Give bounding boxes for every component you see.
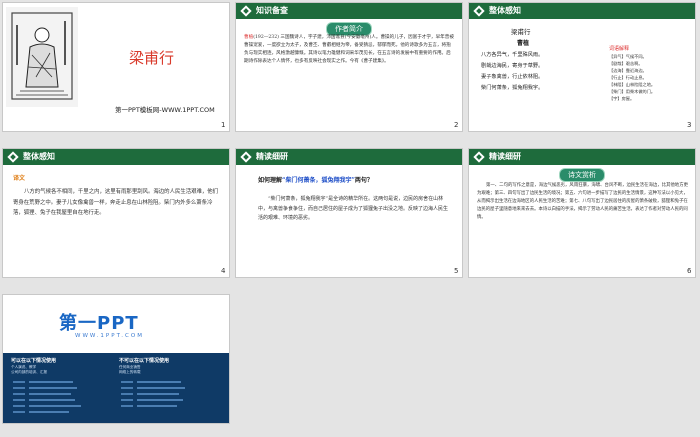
author-name: 曹植 — [244, 35, 254, 40]
header-title: 知识备查 — [256, 6, 288, 15]
header-title: 整体感知 — [489, 6, 521, 15]
diamond-icon — [240, 151, 252, 163]
note-item: 【剧哉】艰苦啊。 — [609, 61, 643, 66]
cannot-use-title: 不可以在以下情况使用 — [119, 358, 170, 364]
slide-number: 6 — [687, 267, 692, 275]
header-title: 精读细研 — [489, 152, 521, 161]
slide-number: 4 — [221, 267, 226, 275]
can-use-item: 公司内部的培训、汇报 — [11, 370, 47, 374]
poem-line: 八方各异气，千里殊风雨。 — [481, 52, 544, 58]
slide-caption: 第一PPT模板网-WWW.1PPT.COM — [115, 106, 215, 114]
logo-area: 第一PPT WWW.1PPT.COM — [3, 295, 229, 353]
poem-author: 曹植 — [517, 40, 530, 47]
slide-number: 5 — [454, 267, 459, 275]
slide-number: 1 — [221, 121, 226, 129]
brand-logo: 第一PPT — [59, 313, 139, 334]
slide-thumbnail-6[interactable]: 精读细研 诗文赏析 第一、二句的写作之意是，海边气候恶劣，风雨狂暴，海啸、台风不… — [469, 149, 695, 277]
slide-thumbnail-5[interactable]: 精读细研 如何理解“柴门何萧条，狐兔翔我宇”两句？ “柴门何萧条，狐兔翔我宇”是… — [236, 149, 462, 277]
diamond-icon — [240, 5, 252, 17]
header-title: 精读细研 — [256, 152, 288, 161]
cannot-use-list: 任何商业销售 网络上的转载 — [119, 365, 141, 375]
cannot-use-item: 网络上的转载 — [119, 370, 141, 374]
answer-text: “柴门何萧条，狐兔翔我宇”是全诗的精华所在。这两句是说，边民的房舍在山林中，与禽… — [258, 196, 449, 221]
note-item: 【边海】靠近海边。 — [609, 68, 647, 73]
note-item: 【行止】行动止息。 — [609, 75, 647, 80]
note-item: 【异气】气候不同。 — [609, 54, 647, 59]
section-header: 整体感知 — [469, 3, 695, 19]
can-use-list: 个人演说、教学 公司内部的培训、汇报 — [11, 365, 47, 375]
note-item: 【柴门】用柴木做的门。 — [609, 89, 656, 94]
translation-text: 八方的气候各不相同，千里之内，这里有雨那里刮风。海边的人民生活艰难，他们寄身在荒… — [13, 189, 219, 216]
slide-title: 梁甫行 — [129, 49, 175, 67]
author-years: (192—232) — [253, 35, 279, 40]
slide-thumbnail-4[interactable]: 整体感知 译文 八方的气候各不相同，千里之内，这里有雨那里刮风。海边的人民生活艰… — [3, 149, 229, 277]
link-list-graphic — [13, 381, 185, 413]
diamond-icon — [7, 151, 19, 163]
usage-panel: 可以在以下情况使用 不可以在以下情况使用 个人演说、教学 公司内部的培训、汇报 … — [3, 353, 229, 423]
slide-thumbnail-2[interactable]: 知识备查 作者简介 曹植(192—232) 三国魏诗人，字子建，沛国谯县(今安徽… — [236, 3, 462, 131]
translation-label: 译文 — [13, 175, 26, 182]
notes-list: 【异气】气候不同。 【剧哉】艰苦啊。 【边海】靠近海边。 【行止】行动止息。 【… — [609, 53, 691, 102]
section-header: 整体感知 — [3, 149, 229, 165]
poem-title: 梁甫行 — [511, 28, 531, 36]
brand-url: WWW.1PPT.COM — [75, 333, 144, 339]
poem-line: 柴门何萧条，狐兔翔我宇。 — [481, 85, 544, 91]
question-quote: “柴门何萧条，狐兔翔我宇” — [282, 177, 355, 184]
poem-line: 剧哉边海民，寄身于草野。 — [481, 63, 544, 69]
section-header: 精读细研 — [469, 149, 695, 165]
section-header: 精读细研 — [236, 149, 462, 165]
slide-thumbnail-7[interactable]: 第一PPT WWW.1PPT.COM 可以在以下情况使用 不可以在以下情况使用 … — [3, 295, 229, 423]
section-header: 知识备查 — [236, 3, 462, 19]
header-title: 整体感知 — [23, 152, 55, 161]
poem-line: 妻子象禽兽，行止依林阻。 — [481, 74, 544, 80]
slide-thumbnail-3[interactable]: 整体感知 梁甫行 曹植 八方各异气，千里殊风雨。 剧哉边海民，寄身于草野。 妻子… — [469, 3, 695, 131]
question-suffix: 两句？ — [354, 177, 373, 184]
author-bio: 曹植(192—232) 三国魏诗人，字子建，沛国谯县(今安徽亳州)人。曹操的儿子… — [244, 34, 454, 66]
question: 如何理解“柴门何萧条，狐兔翔我宇”两句？ — [258, 175, 373, 184]
slide-number: 2 — [454, 121, 459, 129]
section-badge: 诗文赏析 — [559, 168, 605, 182]
poem-lines: 八方各异气，千里殊风雨。 剧哉边海民，寄身于草野。 妻子象禽兽，行止依林阻。 柴… — [481, 50, 543, 94]
figure-illustration — [6, 7, 78, 107]
question-prefix: 如何理解 — [258, 177, 283, 184]
diamond-icon — [473, 151, 485, 163]
slide-thumbnail-1[interactable]: 梁甫行 第一PPT模板网-WWW.1PPT.COM 1 — [3, 3, 229, 131]
note-item: 【宇】房屋。 — [609, 96, 635, 101]
notes-title: 词语解释 — [609, 46, 630, 52]
diamond-icon — [473, 5, 485, 17]
can-use-title: 可以在以下情况使用 — [11, 358, 57, 364]
note-item: 【林阻】山林险阻之地。 — [609, 82, 656, 87]
slide-number: 3 — [687, 121, 692, 129]
analysis-text: 第一、二句的写作之意是，海边气候恶劣，风雨狂暴，海啸、台风不断，边民生活在海边，… — [477, 183, 688, 220]
